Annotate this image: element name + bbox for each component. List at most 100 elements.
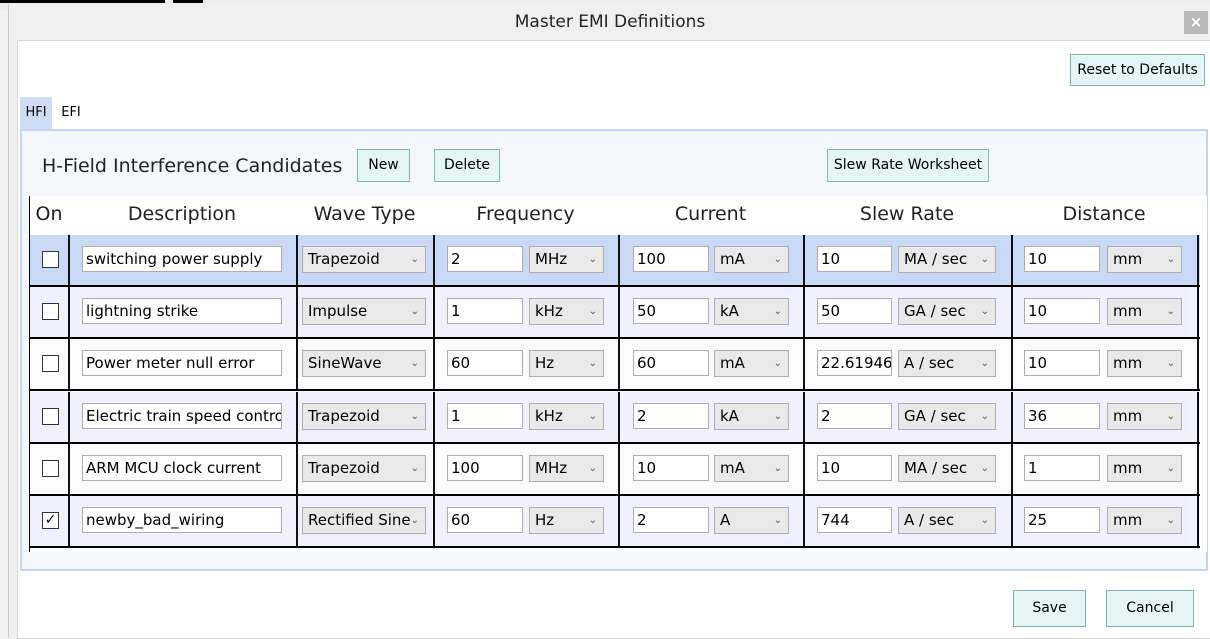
tab-efi[interactable]: EFI	[56, 97, 86, 129]
distance-unit-select[interactable]: mm ⌄	[1107, 455, 1182, 482]
on-checkbox[interactable]	[42, 408, 59, 425]
on-checkbox[interactable]	[42, 460, 59, 477]
slew-rate-unit-select[interactable]: GA / sec ⌄	[898, 298, 996, 325]
chevron-down-icon: ⌄	[410, 463, 419, 474]
reset-to-defaults-button[interactable]: Reset to Defaults	[1070, 54, 1205, 86]
slew-rate-field[interactable]: 10	[817, 246, 892, 272]
tab-hfi[interactable]: HFI	[20, 97, 52, 129]
current-field[interactable]: 60	[633, 350, 709, 376]
column-divider	[803, 444, 805, 494]
description-field[interactable]: lightning strike	[82, 298, 282, 324]
slew-rate-unit-select[interactable]: A / sec ⌄	[898, 507, 996, 534]
distance-field[interactable]: 10	[1024, 350, 1100, 376]
column-header-distance: Distance	[1062, 203, 1146, 225]
current-field[interactable]: 50	[633, 298, 709, 324]
current-unit-select[interactable]: mA ⌄	[714, 350, 789, 377]
wave-type-select[interactable]: Trapezoid ⌄	[302, 403, 426, 430]
slew-rate-worksheet-button[interactable]: Slew Rate Worksheet	[827, 149, 989, 182]
description-field[interactable]: newby_bad_wiring	[82, 507, 282, 533]
frequency-field[interactable]: 60	[447, 350, 523, 376]
current-unit-select[interactable]: mA ⌄	[714, 246, 789, 273]
wave-type-select[interactable]: Trapezoid ⌄	[302, 246, 426, 273]
description-field[interactable]: Power meter null error	[82, 350, 282, 376]
distance-unit-select[interactable]: mm ⌄	[1107, 246, 1182, 273]
wave-type-select[interactable]: Impulse ⌄	[302, 298, 426, 325]
slew-rate-unit-select[interactable]: MA / sec ⌄	[898, 455, 996, 482]
frequency-unit-select[interactable]: kHz ⌄	[529, 298, 604, 325]
slew-rate-field[interactable]: 744	[817, 507, 892, 533]
column-divider	[1011, 235, 1013, 285]
distance-unit-select[interactable]: mm ⌄	[1107, 403, 1182, 430]
frequency-unit-select[interactable]: Hz ⌄	[529, 507, 604, 534]
frequency-unit-select-value: MHz	[535, 250, 568, 268]
description-field[interactable]: switching power supply	[82, 246, 282, 272]
distance-field[interactable]: 36	[1024, 403, 1100, 429]
current-unit-select[interactable]: kA ⌄	[714, 298, 789, 325]
save-button[interactable]: Save	[1013, 590, 1086, 627]
close-button[interactable]: ×	[1184, 11, 1208, 34]
current-field[interactable]: 10	[633, 455, 709, 481]
frequency-field[interactable]: 1	[447, 403, 523, 429]
column-divider	[68, 287, 70, 337]
cancel-button[interactable]: Cancel	[1106, 590, 1194, 627]
chevron-down-icon: ⌄	[1166, 254, 1175, 265]
distance-field[interactable]: 1	[1024, 455, 1100, 481]
wave-type-select-value: Impulse	[308, 302, 368, 320]
slew-rate-field[interactable]: 10	[817, 455, 892, 481]
chevron-down-icon: ⌄	[980, 463, 989, 474]
distance-unit-select[interactable]: mm ⌄	[1107, 298, 1182, 325]
chevron-down-icon: ⌄	[410, 306, 419, 317]
current-field[interactable]: 2	[633, 507, 709, 533]
column-divider	[296, 287, 298, 337]
current-field[interactable]: 2	[633, 403, 709, 429]
column-header-wave-type: Wave Type	[313, 203, 416, 225]
chevron-down-icon: ⌄	[588, 358, 597, 369]
column-divider	[68, 496, 70, 546]
on-checkbox[interactable]	[42, 303, 59, 320]
frequency-unit-select[interactable]: MHz ⌄	[529, 246, 604, 273]
distance-field[interactable]: 25	[1024, 507, 1100, 533]
frequency-field[interactable]: 60	[447, 507, 523, 533]
frequency-field[interactable]: 2	[447, 246, 523, 272]
current-unit-select-value: mA	[720, 354, 745, 372]
column-divider	[1197, 235, 1199, 285]
current-field[interactable]: 100	[633, 246, 709, 272]
slew-rate-unit-select[interactable]: MA / sec ⌄	[898, 246, 996, 273]
column-header-current: Current	[674, 203, 747, 225]
slew-rate-unit-select[interactable]: GA / sec ⌄	[898, 403, 996, 430]
slew-rate-field[interactable]: 22.619467	[817, 350, 892, 376]
on-checkbox[interactable]: ✓	[42, 512, 59, 529]
delete-button[interactable]: Delete	[434, 149, 500, 182]
current-unit-select[interactable]: A ⌄	[714, 507, 789, 534]
wave-type-select[interactable]: Trapezoid ⌄	[302, 455, 426, 482]
frequency-field[interactable]: 1	[447, 298, 523, 324]
on-checkbox[interactable]	[42, 251, 59, 268]
column-divider	[1197, 444, 1199, 494]
distance-field[interactable]: 10	[1024, 298, 1100, 324]
current-unit-select[interactable]: mA ⌄	[714, 455, 789, 482]
slew-rate-field[interactable]: 2	[817, 403, 892, 429]
column-divider	[618, 339, 620, 389]
new-button[interactable]: New	[357, 149, 410, 182]
frequency-unit-select[interactable]: MHz ⌄	[529, 455, 604, 482]
slew-rate-field[interactable]: 50	[817, 298, 892, 324]
column-divider	[618, 235, 620, 285]
column-divider	[618, 392, 620, 442]
wave-type-select[interactable]: Rectified Sine ⌄	[302, 507, 426, 534]
frequency-unit-select[interactable]: Hz ⌄	[529, 350, 604, 377]
current-unit-select[interactable]: kA ⌄	[714, 403, 789, 430]
distance-unit-select[interactable]: mm ⌄	[1107, 507, 1182, 534]
distance-unit-select-value: mm	[1113, 354, 1143, 372]
frequency-unit-select[interactable]: kHz ⌄	[529, 403, 604, 430]
frequency-unit-select-value: MHz	[535, 459, 568, 477]
frequency-field[interactable]: 100	[447, 455, 523, 481]
wave-type-select[interactable]: SineWave ⌄	[302, 350, 426, 377]
distance-unit-select-value: mm	[1113, 511, 1143, 529]
description-field[interactable]: ARM MCU clock current	[82, 455, 282, 481]
slew-rate-unit-select[interactable]: A / sec ⌄	[898, 350, 996, 377]
distance-field[interactable]: 10	[1024, 246, 1100, 272]
description-field[interactable]: Electric train speed controller	[82, 403, 282, 429]
on-checkbox[interactable]	[42, 355, 59, 372]
chevron-down-icon: ⌄	[1166, 463, 1175, 474]
distance-unit-select[interactable]: mm ⌄	[1107, 350, 1182, 377]
